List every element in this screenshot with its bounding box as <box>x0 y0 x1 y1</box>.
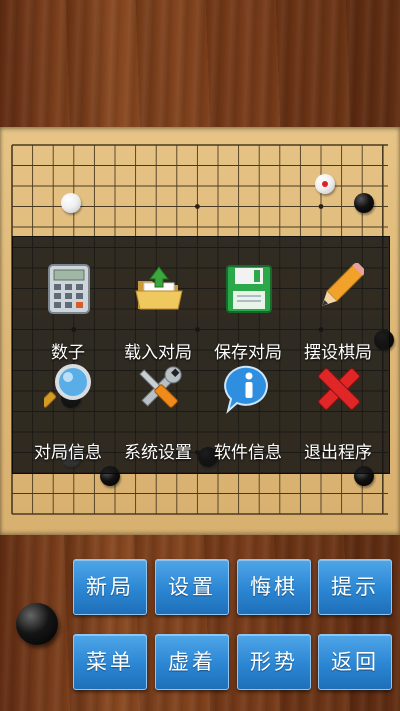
menu-item-system-settings[interactable]: 系统设置 <box>111 363 205 473</box>
menu-label: 系统设置 <box>124 443 192 463</box>
undo-button[interactable]: 悔棋 <box>237 559 311 615</box>
magnifier-icon <box>44 364 91 408</box>
back-button[interactable]: 返回 <box>318 634 392 690</box>
wood-background-top <box>0 0 400 127</box>
position-evaluation-button[interactable]: 形势 <box>237 634 311 690</box>
white-stone <box>60 193 81 214</box>
menu-label: 退出程序 <box>304 443 372 463</box>
star-point <box>195 204 200 209</box>
last-move-marker <box>322 180 329 187</box>
white-stone <box>315 173 336 194</box>
current-turn-black-stone <box>16 603 58 645</box>
pass-button[interactable]: 虚着 <box>155 634 229 690</box>
game-menu-overlay: 数子 载入对局 保存对局 摆设棋局 对局信息 系统设置 软件信息 退出程序 <box>12 236 390 474</box>
menu-label: 载入对局 <box>124 343 192 363</box>
folder-open-icon <box>135 266 183 310</box>
menu-item-save-game[interactable]: 保存对局 <box>201 263 295 373</box>
pencil-icon <box>322 263 364 306</box>
save-floppy-icon <box>226 265 272 313</box>
menu-label: 保存对局 <box>214 343 282 363</box>
hint-button[interactable]: 提示 <box>318 559 392 615</box>
menu-item-game-info[interactable]: 对局信息 <box>21 363 115 473</box>
new-game-button[interactable]: 新局 <box>73 559 147 615</box>
menu-button[interactable]: 菜单 <box>73 634 147 690</box>
tools-icon <box>139 366 182 408</box>
menu-label: 对局信息 <box>34 443 102 463</box>
menu-item-exit[interactable]: 退出程序 <box>291 363 385 473</box>
menu-item-count[interactable]: 数子 <box>21 263 115 373</box>
menu-item-load-game[interactable]: 载入对局 <box>111 263 205 373</box>
menu-item-software-info[interactable]: 软件信息 <box>201 363 295 473</box>
info-icon <box>224 365 268 414</box>
settings-button[interactable]: 设置 <box>155 559 229 615</box>
menu-label: 摆设棋局 <box>304 343 372 363</box>
close-x-icon <box>318 368 360 410</box>
menu-label: 软件信息 <box>214 443 282 463</box>
menu-label: 数子 <box>51 343 85 363</box>
star-point <box>318 204 324 209</box>
calculator-icon <box>48 264 90 314</box>
menu-item-setup-position[interactable]: 摆设棋局 <box>291 263 385 373</box>
